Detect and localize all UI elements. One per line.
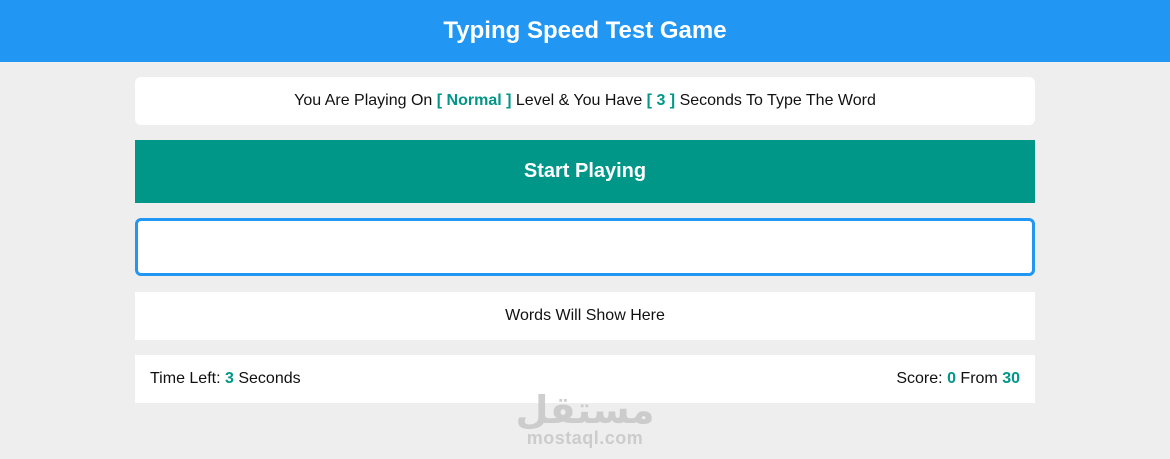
level-seconds: [ 3 ] xyxy=(646,92,676,109)
word-input[interactable] xyxy=(135,218,1035,276)
page-header: Typing Speed Test Game xyxy=(0,0,1170,62)
page-title: Typing Speed Test Game xyxy=(443,17,727,44)
watermark-logo: مستقل mostaql.com xyxy=(500,388,670,449)
time-left-value: 3 xyxy=(225,370,234,387)
score: Score: 0 From 30 xyxy=(896,370,1020,388)
message-suffix: Seconds To Type The Word xyxy=(679,92,876,109)
input-wrapper xyxy=(135,218,1035,276)
time-left-label: Time Left: xyxy=(150,370,221,387)
time-left: Time Left: 3 Seconds xyxy=(150,370,301,388)
score-from: From xyxy=(960,370,998,387)
score-value: 0 xyxy=(947,370,956,387)
watermark-arabic: مستقل xyxy=(515,388,655,432)
message-middle: Level & You Have xyxy=(515,92,643,109)
upcoming-words: Words Will Show Here xyxy=(135,292,1035,340)
score-total: 30 xyxy=(1002,370,1020,387)
game-message: You Are Playing On [ Normal ] Level & Yo… xyxy=(135,77,1035,125)
message-prefix: You Are Playing On xyxy=(294,92,433,109)
start-playing-button[interactable]: Start Playing xyxy=(135,140,1035,203)
level-name: [ Normal ] xyxy=(436,92,512,109)
score-label: Score: xyxy=(896,370,943,387)
game-container: You Are Playing On [ Normal ] Level & Yo… xyxy=(135,77,1035,403)
words-placeholder-text: Words Will Show Here xyxy=(505,307,665,324)
time-left-unit: Seconds xyxy=(238,370,301,387)
